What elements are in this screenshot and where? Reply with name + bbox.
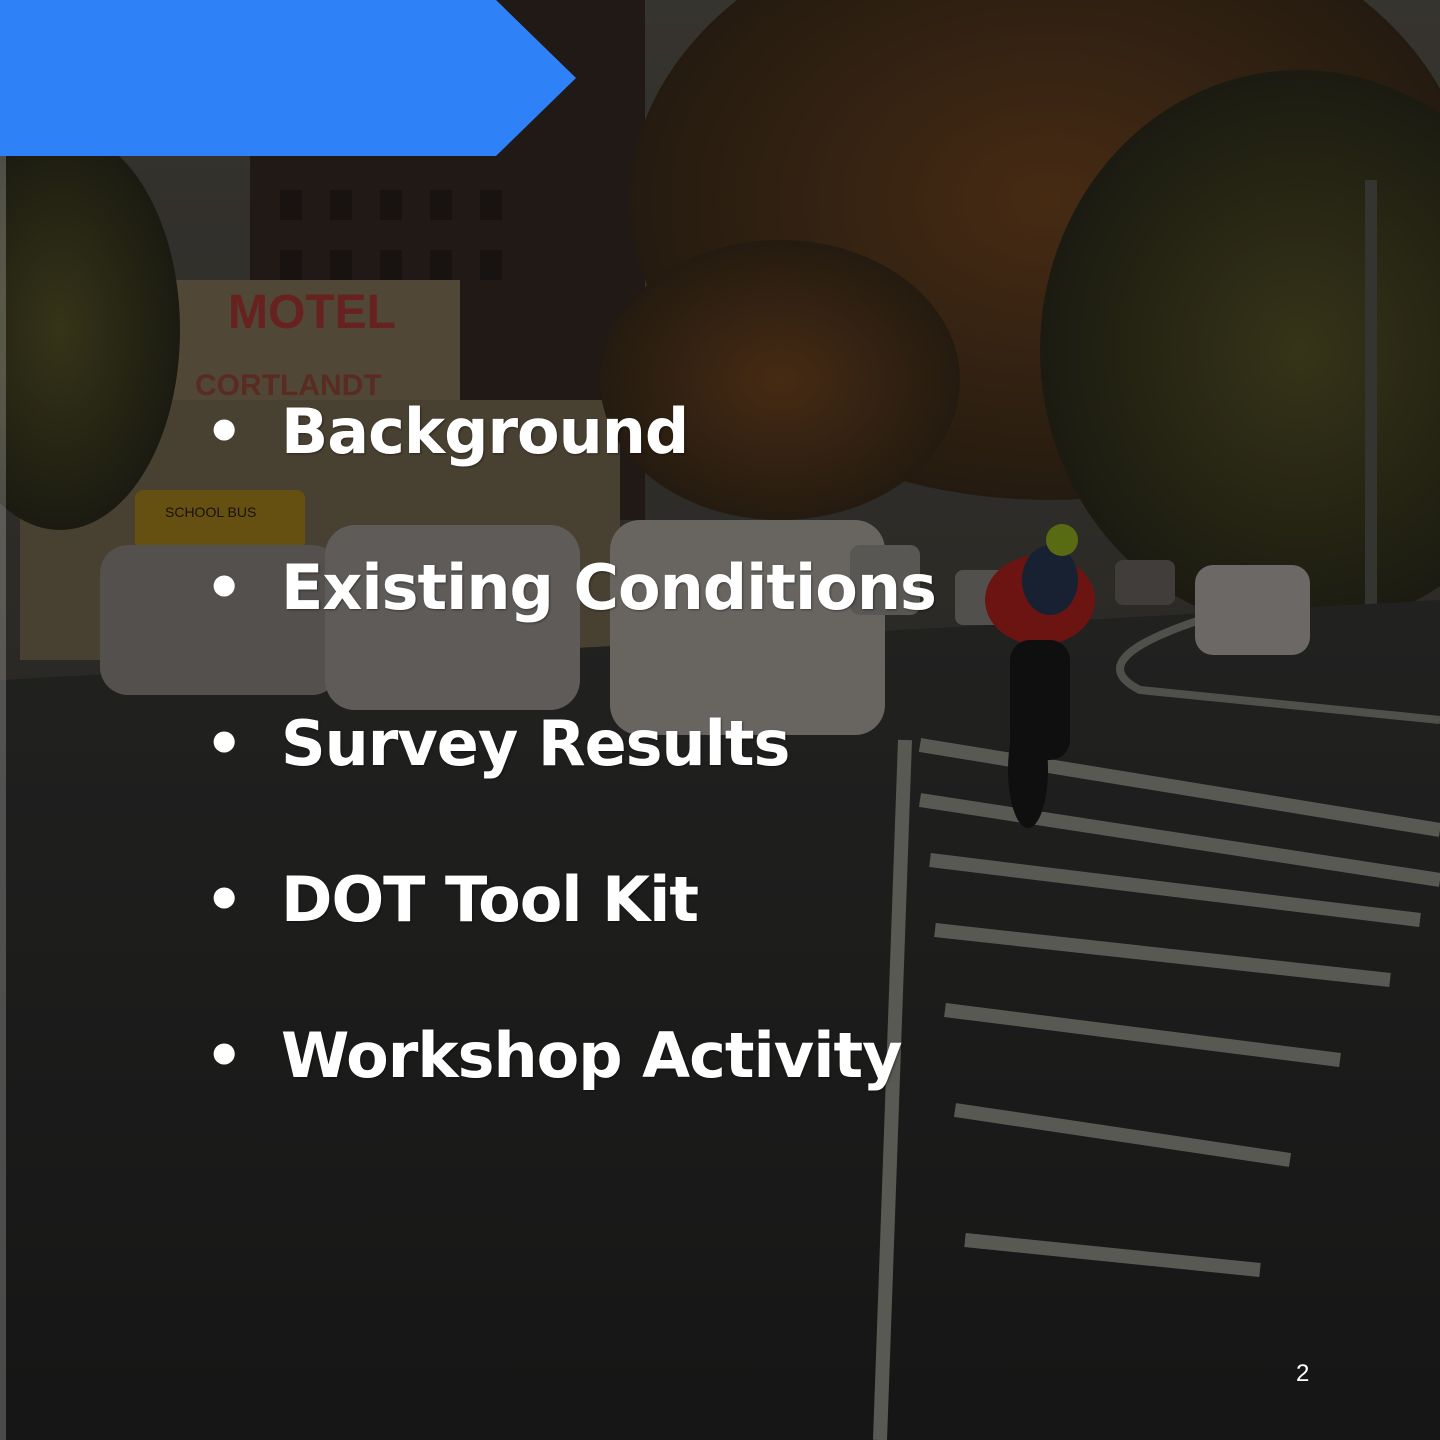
agenda-item-label: Workshop Activity xyxy=(281,1019,903,1092)
agenda-item-existing-conditions: • Existing Conditions xyxy=(205,549,937,705)
agenda-item-label: DOT Tool Kit xyxy=(281,863,699,936)
bullet-dot-icon: • xyxy=(205,709,244,779)
bullet-dot-icon: • xyxy=(205,865,244,935)
agenda-item-label: Background xyxy=(281,395,689,468)
agenda-item-label: Existing Conditions xyxy=(281,551,937,624)
page-number: 2 xyxy=(1296,1360,1310,1387)
bullet-dot-icon: • xyxy=(205,553,244,623)
agenda-item-dot-tool-kit: • DOT Tool Kit xyxy=(205,861,936,1017)
agenda-item-background: • Background xyxy=(205,393,936,549)
agenda-item-survey-results: • Survey Results xyxy=(205,705,936,861)
bullet-dot-icon: • xyxy=(205,1021,244,1091)
agenda-list: • Background • Existing Conditions • Sur… xyxy=(205,393,937,1173)
bullet-dot-icon: • xyxy=(205,397,244,467)
agenda-item-workshop-activity: • Workshop Activity xyxy=(205,1017,936,1173)
presentation-slide: MOTEL CORTLANDT SCHOOL BUS • Background … xyxy=(0,0,1440,1440)
chevron-arrow-banner-icon xyxy=(0,0,576,156)
agenda-item-label: Survey Results xyxy=(281,707,790,780)
